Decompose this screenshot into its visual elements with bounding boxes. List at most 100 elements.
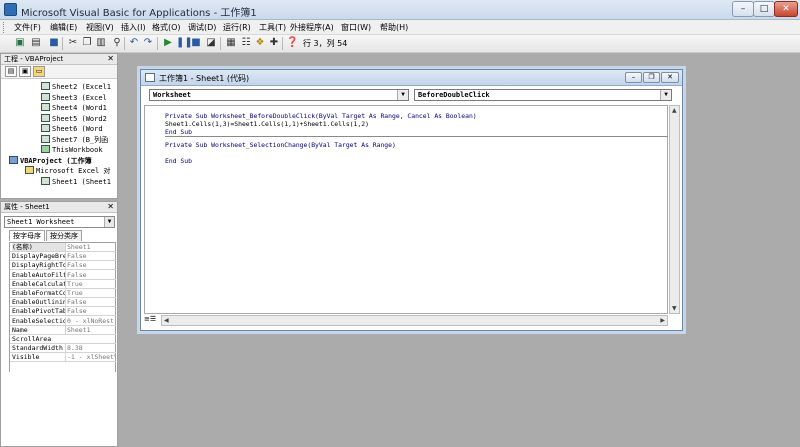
menu-tools[interactable]: 工具(T) — [259, 22, 286, 33]
tree-item[interactable]: Sheet7 (B_列函 — [41, 134, 108, 146]
property-value[interactable]: Sheet1 — [65, 325, 115, 334]
menu-run[interactable]: 运行(R) — [223, 22, 251, 33]
menu-debug[interactable]: 调试(D) — [188, 22, 216, 33]
property-row[interactable]: DisplayPageBre False — [10, 252, 116, 262]
procedure-combo[interactable]: BeforeDoubleClick ▼ — [414, 89, 672, 101]
code-line[interactable]: Private Sub Worksheet_SelectionChange(By… — [165, 141, 396, 149]
property-value[interactable]: -1 - xlSheetV — [65, 353, 115, 362]
code-line[interactable]: Sheet1.Cells(1,3)=Sheet1.Cells(1,1)+Shee… — [165, 120, 369, 128]
property-value[interactable]: 0 - xlNoRestr — [65, 316, 115, 325]
menu-edit[interactable]: 编辑(E) — [50, 22, 77, 33]
tree-item[interactable]: Sheet6 (Word — [41, 124, 103, 135]
property-row[interactable]: DisplayRightTo False — [10, 261, 116, 271]
undo-icon[interactable]: ↶ — [128, 37, 140, 49]
save-icon[interactable]: ■ — [48, 37, 60, 49]
property-row[interactable]: EnableCalculat True — [10, 279, 116, 289]
property-row[interactable]: ScrollArea — [10, 335, 116, 344]
scroll-right-icon[interactable]: ▶ — [660, 317, 665, 324]
view-code-icon[interactable]: ▤ — [5, 66, 17, 77]
tree-item[interactable]: Microsoft Excel 对 — [25, 166, 110, 177]
cut-icon[interactable]: ✂ — [67, 37, 79, 49]
property-row[interactable]: StandardWidth 8.38 — [10, 344, 116, 354]
excel-view-icon[interactable]: ▣ — [14, 37, 26, 49]
menu-grip — [3, 22, 6, 33]
break-icon[interactable]: ❚❚ — [176, 37, 193, 49]
toolbox-icon[interactable]: ✚ — [268, 37, 280, 49]
scroll-up-icon[interactable]: ▲ — [672, 107, 677, 114]
copy-icon[interactable]: ❐ — [81, 37, 93, 49]
property-value[interactable]: True — [65, 279, 115, 288]
menu-file[interactable]: 文件(F) — [14, 22, 41, 33]
code-editor[interactable]: Private Sub Worksheet_BeforeDoubleClick(… — [144, 105, 668, 314]
menu-addins[interactable]: 外接程序(A) — [290, 22, 334, 33]
property-row[interactable]: EnableAutoFilt False — [10, 270, 116, 280]
tree-item[interactable]: Sheet4 (Word1 — [41, 103, 107, 114]
property-row[interactable]: EnableOutlinin False — [10, 298, 116, 308]
object-combo[interactable]: Worksheet ▼ — [149, 89, 409, 101]
properties-window-icon[interactable]: ☷ — [240, 37, 252, 49]
property-row[interactable]: EnableSelectio 0 - xlNoRestr — [10, 316, 116, 326]
property-value[interactable]: False — [65, 252, 115, 261]
view-object-icon[interactable]: ▣ — [19, 66, 31, 77]
code-close-button[interactable]: ✕ — [661, 72, 679, 83]
menu-insert[interactable]: 插入(I) — [121, 22, 146, 33]
code-line[interactable]: End Sub — [165, 128, 192, 136]
tree-item[interactable]: Sheet1 (Sheet1 — [41, 176, 111, 188]
run-icon[interactable]: ▶ — [162, 37, 174, 49]
paste-icon[interactable]: ▥ — [95, 37, 107, 49]
property-value[interactable]: Sheet1 — [65, 243, 115, 251]
reset-icon[interactable]: ■ — [190, 37, 202, 49]
property-row[interactable]: EnableFormatCo True — [10, 289, 116, 298]
minimize-button[interactable]: – — [732, 1, 754, 17]
insert-module-icon[interactable]: ▤ — [30, 37, 42, 49]
toggle-folders-icon[interactable]: ▭ — [33, 66, 45, 77]
property-row[interactable]: Visible -1 - xlSheetV — [10, 353, 116, 363]
redo-icon[interactable]: ↷ — [142, 37, 154, 49]
chevron-down-icon[interactable]: ▼ — [104, 217, 114, 227]
project-explorer-icon[interactable]: ▦ — [225, 37, 237, 49]
property-value[interactable]: False — [65, 270, 115, 279]
close-icon[interactable]: ✕ — [107, 54, 114, 64]
code-restore-button[interactable]: ❐ — [643, 72, 660, 83]
object-browser-icon[interactable]: ❖ — [254, 37, 266, 49]
close-button[interactable]: ✕ — [774, 1, 798, 17]
code-minimize-button[interactable]: – — [625, 72, 642, 83]
property-value[interactable]: True — [65, 289, 115, 297]
chevron-down-icon[interactable]: ▼ — [397, 90, 408, 100]
tree-item[interactable]: Sheet5 (Word2 — [41, 113, 107, 125]
property-value[interactable]: False — [65, 307, 115, 316]
vba-app-icon[interactable] — [4, 3, 17, 16]
help-icon[interactable]: ❓ — [286, 37, 298, 49]
horizontal-scrollbar[interactable]: ◀ ▶ — [161, 315, 668, 326]
menu-help[interactable]: 帮助(H) — [380, 22, 408, 33]
property-value[interactable]: 8.38 — [65, 344, 115, 353]
scroll-down-icon[interactable]: ▼ — [672, 305, 677, 312]
property-value[interactable]: False — [65, 261, 115, 270]
property-row[interactable]: EnablePivotTab False — [10, 307, 116, 317]
menu-format[interactable]: 格式(O) — [152, 22, 181, 33]
tree-item[interactable]: Sheet3 (Excel — [41, 92, 107, 104]
tree-item[interactable]: Sheet2 (Excel1 — [41, 82, 111, 93]
menu-window[interactable]: 窗口(W) — [341, 22, 371, 33]
find-icon[interactable]: ⚲ — [111, 37, 123, 49]
property-row[interactable]: (名称) Sheet1 — [10, 243, 116, 252]
property-value[interactable]: False — [65, 298, 115, 307]
tree-item[interactable]: VBAProject (工作簿 — [9, 155, 92, 167]
code-line[interactable]: End Sub — [165, 157, 192, 165]
menu-view[interactable]: 视图(V) — [86, 22, 114, 33]
chevron-down-icon[interactable]: ▼ — [660, 90, 671, 100]
maximize-button[interactable]: □ — [753, 1, 775, 17]
scroll-left-icon[interactable]: ◀ — [164, 317, 169, 324]
object-select[interactable]: Sheet1 Worksheet ▼ — [4, 216, 115, 228]
tree-item[interactable]: ThisWorkbook — [41, 145, 103, 156]
close-icon[interactable]: ✕ — [107, 202, 114, 212]
property-key: EnableFormatCo — [12, 289, 65, 297]
full-module-view-icon[interactable]: ☰ — [150, 315, 156, 323]
design-mode-icon[interactable]: ◪ — [205, 37, 217, 49]
tree-item-label: Sheet4 (Word1 — [52, 104, 107, 112]
property-row[interactable]: Name Sheet1 — [10, 325, 116, 335]
tab-alphabetic[interactable]: 按字母序 — [9, 230, 45, 241]
tab-categorized[interactable]: 按分类序 — [46, 230, 82, 241]
vertical-scrollbar[interactable]: ▲ ▼ — [669, 105, 680, 314]
code-line[interactable]: Private Sub Worksheet_BeforeDoubleClick(… — [165, 112, 477, 120]
